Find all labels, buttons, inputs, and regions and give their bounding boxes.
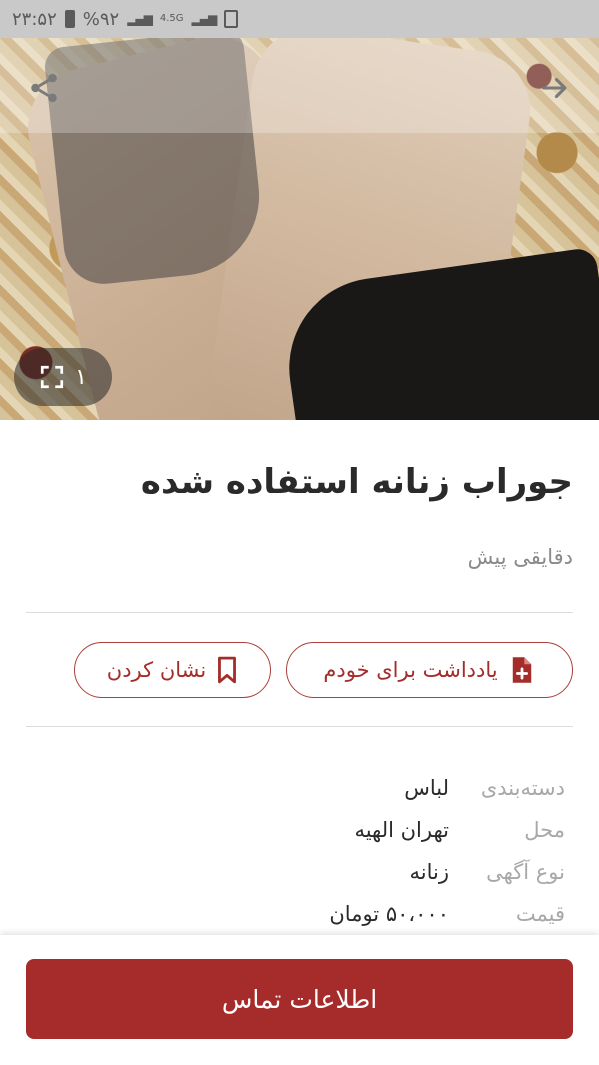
back-button[interactable]: [533, 66, 577, 110]
share-button[interactable]: [22, 66, 66, 110]
detail-key: نوع آگهی: [486, 860, 565, 884]
status-bar: ۲۳:۵۲ %۹۲ ▂▄▆ 4.5G ▂▄▆: [0, 0, 599, 38]
detail-key: دسته‌بندی: [480, 776, 565, 800]
battery-icon: [64, 10, 75, 28]
status-left: ۲۳:۵۲ %۹۲ ▂▄▆ 4.5G ▂▄▆: [12, 8, 239, 30]
sim-icon: [224, 10, 239, 28]
ad-time: دقایقی پیش: [467, 545, 573, 569]
detail-value: ۵۰،۰۰۰ تومان: [329, 902, 449, 926]
detail-value: زنانه: [409, 860, 450, 884]
arrow-right-icon: [542, 77, 567, 99]
divider-2: [26, 726, 573, 727]
detail-value: لباس: [404, 776, 449, 800]
bottom-bar: اطلاعات تماس: [0, 935, 599, 1065]
add-note-label: یادداشت برای خودم: [323, 658, 498, 682]
detail-row-category: دسته‌بندی لباس: [404, 776, 565, 800]
detail-key: قیمت: [515, 902, 565, 926]
divider: [26, 612, 573, 613]
contact-info-button[interactable]: اطلاعات تماس: [26, 959, 573, 1039]
note-add-icon: [512, 657, 531, 683]
fullscreen-icon: [40, 365, 64, 389]
add-note-button[interactable]: یادداشت برای خودم: [286, 642, 573, 698]
bookmark-label: نشان کردن: [106, 658, 207, 682]
bookmark-button[interactable]: نشان کردن: [74, 642, 271, 698]
detail-row-price: قیمت ۵۰،۰۰۰ تومان: [329, 902, 565, 926]
detail-value: تهران الهیه: [354, 818, 449, 842]
signal-icon: ▂▄▆: [127, 12, 153, 26]
ad-title: جوراب زنانه استفاده شده: [140, 462, 573, 502]
image-count: ۱: [75, 364, 87, 390]
bookmark-icon: [218, 656, 237, 684]
share-icon: [31, 73, 57, 103]
ad-photo[interactable]: ۱: [0, 38, 599, 420]
detail-key: محل: [524, 818, 565, 842]
photo-toolbar-overlay: [0, 38, 599, 133]
detail-row-location: محل تهران الهیه: [354, 818, 565, 842]
status-time: ۲۳:۵۲: [12, 8, 57, 30]
battery-percent: %۹۲: [82, 8, 120, 30]
network-type: 4.5G: [159, 13, 184, 24]
gallery-button[interactable]: ۱: [14, 348, 112, 406]
detail-row-type: نوع آگهی زنانه: [410, 860, 566, 884]
signal-icon-2: ▂▄▆: [191, 12, 218, 26]
